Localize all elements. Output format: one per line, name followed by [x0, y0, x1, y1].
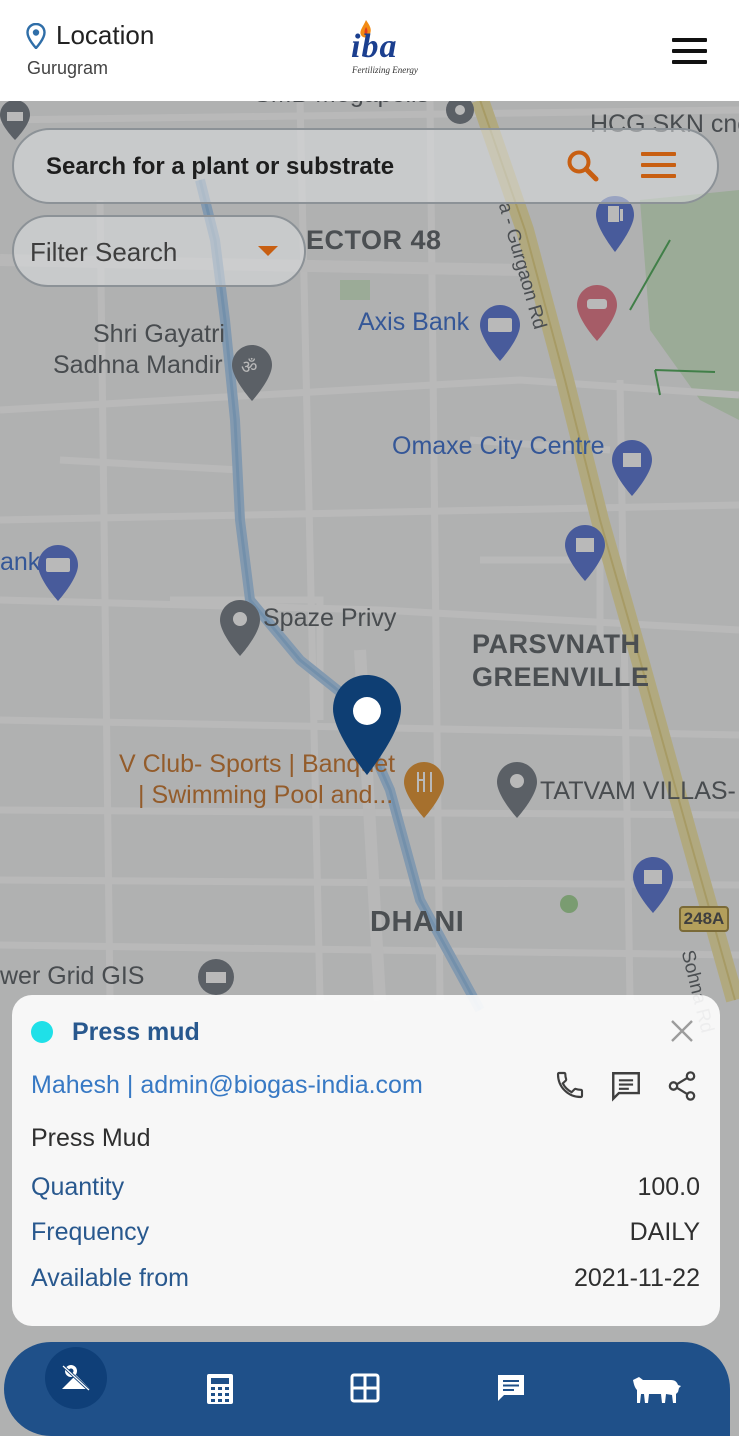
map-nav-button[interactable]: [45, 1347, 107, 1409]
app-header: Location Gurugram iba Fertilizing Energy: [0, 0, 739, 101]
available-from-value: 2021-11-22: [573, 1264, 700, 1292]
phone-icon[interactable]: [554, 1069, 586, 1101]
search-icon[interactable]: [566, 149, 600, 183]
available-from-label: Available from: [31, 1264, 189, 1292]
resource-info-card: Press mud Mahesh | admin@biogas-india.co…: [12, 995, 720, 1326]
calculator-icon[interactable]: [206, 1373, 234, 1405]
contact-link[interactable]: Mahesh | admin@biogas-india.com: [31, 1071, 423, 1100]
frequency-value: DAILY: [629, 1218, 700, 1246]
location-title[interactable]: Location: [56, 20, 154, 51]
close-icon[interactable]: [670, 1019, 694, 1043]
message-icon[interactable]: [609, 1069, 643, 1103]
substrate-type-dot: [31, 1021, 53, 1043]
share-icon[interactable]: [665, 1069, 699, 1103]
dashboard-icon[interactable]: [350, 1373, 380, 1403]
search-options-menu-icon[interactable]: [641, 152, 677, 178]
location-pin-icon: [26, 23, 46, 49]
chat-icon[interactable]: [496, 1373, 526, 1403]
search-input[interactable]: Search for a plant or substrate: [46, 153, 394, 181]
filter-search-dropdown[interactable]: Filter Search: [12, 215, 306, 287]
card-title: Press mud: [72, 1018, 200, 1046]
frequency-label: Frequency: [31, 1218, 150, 1246]
search-bar[interactable]: Search for a plant or substrate: [12, 128, 719, 204]
filter-search-label: Filter Search: [30, 237, 178, 267]
location-city[interactable]: Gurugram: [27, 58, 108, 79]
app-logo: iba Fertilizing Energy: [345, 18, 427, 80]
caret-down-icon: [258, 246, 278, 256]
selected-location-pin-icon[interactable]: [333, 675, 401, 775]
logo-tagline: Fertilizing Energy: [352, 65, 418, 75]
quantity-value: 100.0: [637, 1173, 700, 1201]
cow-icon[interactable]: [631, 1372, 683, 1404]
logo-text: iba: [351, 28, 398, 65]
map-icon: [61, 1364, 91, 1392]
substrate-name: Press Mud: [31, 1124, 151, 1152]
hamburger-menu-icon[interactable]: [672, 38, 708, 64]
quantity-label: Quantity: [31, 1173, 125, 1201]
